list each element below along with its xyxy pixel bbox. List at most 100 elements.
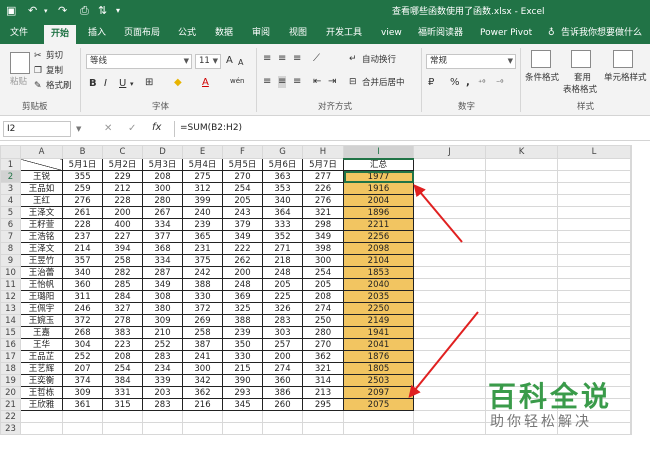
- value-cell[interactable]: 200: [262, 350, 303, 363]
- total-cell[interactable]: 1805: [343, 362, 414, 375]
- value-cell[interactable]: 334: [142, 218, 183, 231]
- value-cell[interactable]: 267: [142, 206, 183, 219]
- empty-cell[interactable]: [413, 242, 486, 255]
- row-header[interactable]: 8: [0, 242, 21, 255]
- value-cell[interactable]: 239: [182, 218, 223, 231]
- name-cell[interactable]: 王哲栋: [20, 386, 63, 399]
- total-cell[interactable]: 2098: [343, 242, 414, 255]
- value-cell[interactable]: 360: [62, 278, 103, 291]
- empty-cell[interactable]: [630, 242, 632, 255]
- print-preview-icon[interactable]: ⎙: [80, 3, 89, 19]
- value-cell[interactable]: 208: [102, 350, 143, 363]
- value-cell[interactable]: 304: [62, 338, 103, 351]
- empty-cell[interactable]: [630, 338, 632, 351]
- value-cell[interactable]: 280: [302, 326, 344, 339]
- value-cell[interactable]: 283: [262, 314, 303, 327]
- empty-cell[interactable]: [182, 422, 223, 435]
- empty-cell[interactable]: [557, 158, 631, 171]
- value-cell[interactable]: 284: [102, 290, 143, 303]
- value-cell[interactable]: 372: [182, 302, 223, 315]
- empty-cell[interactable]: [485, 218, 558, 231]
- value-cell[interactable]: 210: [142, 326, 183, 339]
- row-header[interactable]: 9: [0, 254, 21, 267]
- value-cell[interactable]: 300: [302, 254, 344, 267]
- formula-input[interactable]: =SUM(B2:H2): [174, 121, 648, 137]
- value-cell[interactable]: 312: [182, 182, 223, 195]
- value-cell[interactable]: 369: [222, 290, 263, 303]
- empty-cell[interactable]: [557, 290, 631, 303]
- enter-icon[interactable]: ✓: [128, 123, 136, 135]
- total-cell[interactable]: 2104: [343, 254, 414, 267]
- value-cell[interactable]: 225: [262, 290, 303, 303]
- align-center-icon[interactable]: ≡: [278, 76, 287, 88]
- value-cell[interactable]: 226: [302, 182, 344, 195]
- diagonal-header-cell[interactable]: [20, 158, 63, 171]
- column-header-l[interactable]: L: [557, 145, 631, 159]
- copy-icon[interactable]: ❐: [34, 65, 42, 77]
- empty-cell[interactable]: [262, 422, 303, 435]
- paste-icon[interactable]: [10, 52, 30, 74]
- insert-function-icon[interactable]: fx: [152, 122, 161, 134]
- fill-color-icon[interactable]: ◆: [174, 77, 182, 89]
- value-cell[interactable]: 237: [62, 230, 103, 243]
- value-cell[interactable]: 339: [142, 374, 183, 387]
- empty-cell[interactable]: [62, 410, 103, 423]
- row-header[interactable]: 13: [0, 302, 21, 315]
- value-cell[interactable]: 227: [102, 230, 143, 243]
- value-cell[interactable]: 246: [62, 302, 103, 315]
- row-header[interactable]: 4: [0, 194, 21, 207]
- value-cell[interactable]: 213: [302, 386, 344, 399]
- value-cell[interactable]: 295: [302, 398, 344, 411]
- tell-me-box[interactable]: 告诉我你想要做什么: [561, 26, 642, 44]
- empty-cell[interactable]: [485, 182, 558, 195]
- empty-cell[interactable]: [413, 386, 486, 399]
- value-cell[interactable]: 330: [222, 350, 263, 363]
- tab-data[interactable]: 数据: [215, 26, 233, 44]
- empty-cell[interactable]: [557, 230, 631, 243]
- value-cell[interactable]: 364: [262, 206, 303, 219]
- empty-cell[interactable]: [630, 266, 632, 279]
- empty-cell[interactable]: [630, 374, 632, 387]
- value-cell[interactable]: 215: [222, 362, 263, 375]
- name-cell[interactable]: 王佩宇: [20, 302, 63, 315]
- empty-cell[interactable]: [485, 326, 558, 339]
- name-cell[interactable]: 王泽文: [20, 242, 63, 255]
- total-cell[interactable]: 2250: [343, 302, 414, 315]
- header-cell[interactable]: 5月4日: [182, 158, 223, 171]
- cell-styles-icon[interactable]: [613, 50, 633, 68]
- align-left-icon[interactable]: ≡: [263, 76, 271, 88]
- empty-cell[interactable]: [630, 302, 632, 315]
- tab-home[interactable]: 开始: [44, 25, 77, 44]
- value-cell[interactable]: 208: [142, 170, 183, 183]
- empty-cell[interactable]: [485, 338, 558, 351]
- value-cell[interactable]: 276: [62, 194, 103, 207]
- value-cell[interactable]: 252: [142, 338, 183, 351]
- empty-cell[interactable]: [413, 218, 486, 231]
- empty-cell[interactable]: [630, 362, 632, 375]
- value-cell[interactable]: 205: [222, 194, 263, 207]
- value-cell[interactable]: 388: [222, 314, 263, 327]
- empty-cell[interactable]: [485, 314, 558, 327]
- value-cell[interactable]: 357: [62, 254, 103, 267]
- name-cell[interactable]: 王品芷: [20, 350, 63, 363]
- value-cell[interactable]: 384: [102, 374, 143, 387]
- name-box[interactable]: I2: [3, 121, 71, 137]
- format-as-table-button-line2[interactable]: 表格格式: [563, 84, 597, 96]
- value-cell[interactable]: 293: [222, 386, 263, 399]
- value-cell[interactable]: 349: [302, 230, 344, 243]
- empty-cell[interactable]: [630, 386, 632, 399]
- value-cell[interactable]: 349: [222, 230, 263, 243]
- value-cell[interactable]: 218: [262, 254, 303, 267]
- merge-center-button[interactable]: 合并后居中: [362, 77, 405, 89]
- header-cell[interactable]: 5月7日: [302, 158, 344, 171]
- value-cell[interactable]: 282: [102, 266, 143, 279]
- empty-cell[interactable]: [413, 206, 486, 219]
- empty-cell[interactable]: [485, 242, 558, 255]
- conditional-format-icon[interactable]: [531, 50, 551, 68]
- empty-cell[interactable]: [413, 230, 486, 243]
- column-header-c[interactable]: C: [102, 145, 143, 159]
- tab-view-en[interactable]: view: [381, 26, 402, 44]
- row-header[interactable]: 15: [0, 326, 21, 339]
- value-cell[interactable]: 274: [302, 302, 344, 315]
- empty-cell[interactable]: [20, 422, 63, 435]
